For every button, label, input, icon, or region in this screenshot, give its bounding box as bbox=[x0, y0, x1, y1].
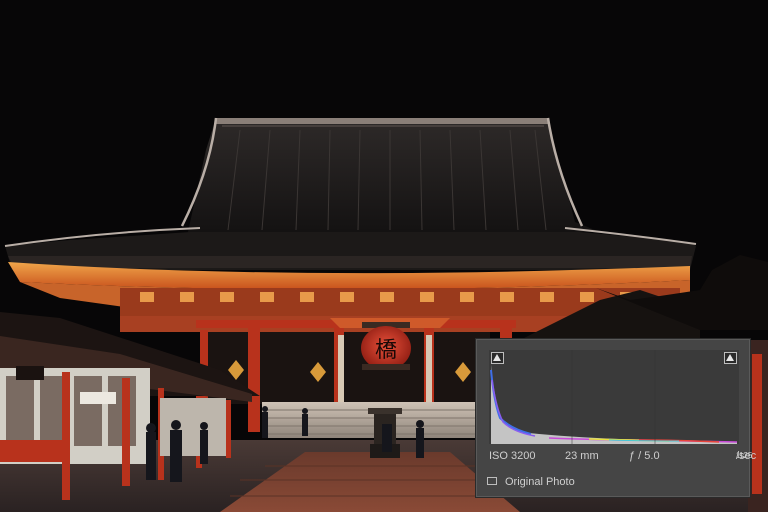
histogram-graph bbox=[489, 350, 739, 444]
histogram-panel: ISO 3200 23 mm ƒ / 5.0 1/125 sec Origina… bbox=[476, 339, 757, 497]
exif-info: ISO 3200 23 mm ƒ / 5.0 1/125 sec bbox=[489, 448, 757, 464]
shadow-clipping-toggle[interactable] bbox=[491, 352, 504, 364]
triangle-up-icon bbox=[726, 354, 734, 361]
triangle-up-icon bbox=[493, 354, 501, 361]
original-photo-checkbox[interactable] bbox=[487, 477, 497, 485]
exif-focal-length: 23 mm bbox=[565, 450, 599, 462]
highlight-clipping-toggle[interactable] bbox=[724, 352, 737, 364]
exif-aperture: ƒ / 5.0 bbox=[629, 450, 660, 462]
original-photo-label: Original Photo bbox=[505, 476, 575, 488]
stairs bbox=[262, 402, 476, 438]
shutter-unit: sec bbox=[739, 450, 757, 462]
exif-shutter-speed: 1/125 sec bbox=[735, 450, 757, 462]
upper-roof bbox=[180, 117, 600, 232]
exif-iso: ISO 3200 bbox=[489, 450, 536, 462]
lower-roof bbox=[4, 227, 697, 270]
histogram-curve bbox=[490, 350, 738, 444]
lantern-characters: 橋 bbox=[375, 338, 397, 363]
